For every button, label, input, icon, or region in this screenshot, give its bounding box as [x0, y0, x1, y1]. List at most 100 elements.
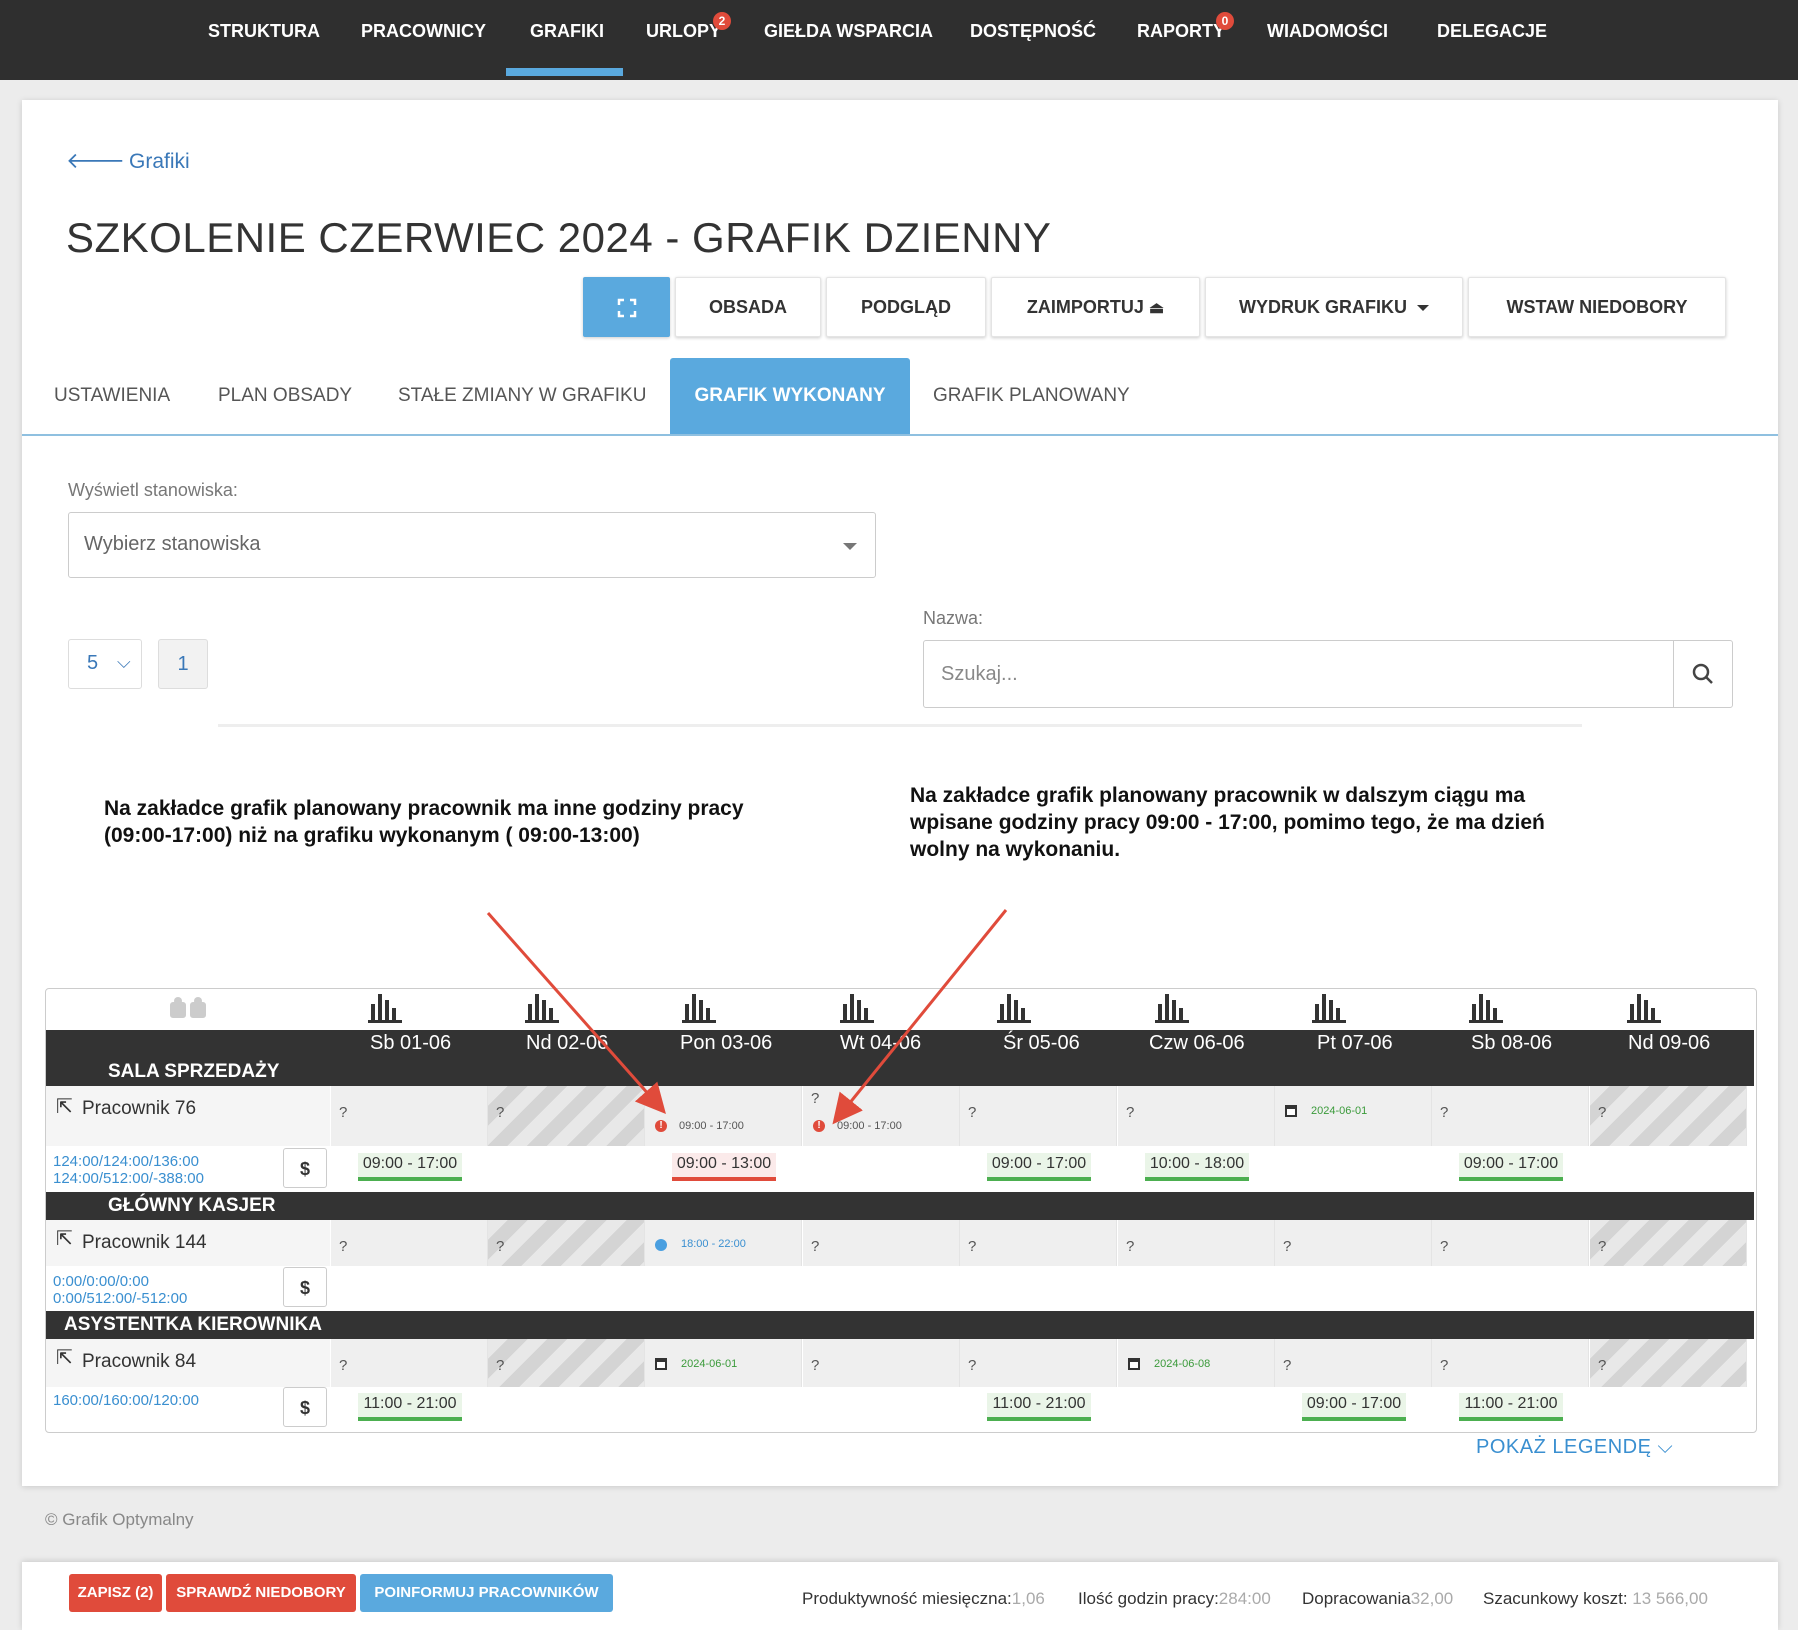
schedule-cell[interactable]: ?	[1432, 1339, 1589, 1387]
employee-stats: 124:00/124:00/136:00 124:00/512:00/-388:0…	[53, 1153, 204, 1187]
schedule-cell[interactable]: ?	[1590, 1086, 1747, 1146]
page-title: SZKOLENIE CZERWIEC 2024 - GRAFIK DZIENNY	[66, 214, 1052, 261]
bar-chart-icon[interactable]	[996, 990, 1032, 1024]
bar-chart-icon[interactable]	[524, 990, 560, 1024]
wstaw-niedobory-button[interactable]: WSTAW NIEDOBORY	[1468, 277, 1726, 337]
bar-chart-icon[interactable]	[839, 990, 875, 1024]
day-off-date: 2024-06-01	[681, 1358, 738, 1370]
schedule-cell[interactable]: ?	[488, 1339, 645, 1387]
schedule-cell[interactable]: ?	[1590, 1220, 1747, 1266]
nav-urlopy[interactable]: URLOPY	[646, 0, 721, 80]
shift-block[interactable]: 10:00 - 18:00	[1145, 1153, 1249, 1181]
search-icon	[1692, 663, 1713, 684]
planned-hours: 18:00 - 22:00	[681, 1238, 746, 1250]
section-name: SALA SPRZEDAŻY	[108, 1061, 280, 1082]
tab-grafik-wykonany[interactable]: GRAFIK WYKONANY	[670, 358, 910, 434]
external-link-icon[interactable]: ⇱	[56, 1345, 73, 1370]
external-link-icon[interactable]: ⇱	[56, 1226, 73, 1251]
zaimportuj-button[interactable]: ZAIMPORTUJ ⏏	[991, 277, 1200, 337]
stats-line: 124:00/512:00/-388:00	[53, 1170, 204, 1187]
filter-label: Wyświetl stanowiska:	[68, 480, 238, 500]
schedule-cell[interactable]: ?	[1118, 1220, 1275, 1266]
schedule-cell[interactable]: 18:00 - 22:00	[645, 1220, 802, 1266]
schedule-cell[interactable]: ?	[331, 1086, 488, 1146]
schedule-cell[interactable]: 2024-06-01	[1275, 1086, 1432, 1146]
shift-block[interactable]: 09:00 - 17:00	[987, 1153, 1091, 1181]
error-icon: !	[813, 1120, 825, 1132]
page-size-select[interactable]: 5 ⌵	[68, 639, 142, 689]
bar-chart-icon[interactable]	[1311, 990, 1347, 1024]
schedule-cell[interactable]: ?	[803, 1339, 960, 1387]
schedule-cell[interactable]: ?	[1590, 1339, 1747, 1387]
shift-block[interactable]: 11:00 - 21:00	[987, 1393, 1091, 1421]
schedule-cell[interactable]: ?	[488, 1220, 645, 1266]
wydruk-grafiku-button[interactable]: WYDRUK GRAFIKU	[1205, 277, 1463, 337]
schedule-cell[interactable]: ?	[1432, 1086, 1589, 1146]
tab-ustawienia[interactable]: USTAWIENIA	[54, 358, 170, 434]
search-field[interactable]: Szukaj...	[923, 640, 1733, 708]
nav-raporty[interactable]: RAPORTY	[1137, 0, 1225, 80]
shift-block[interactable]: 09:00 - 17:00	[358, 1153, 462, 1181]
schedule-cell[interactable]: 2024-06-08	[1118, 1339, 1275, 1387]
bar-chart-icon[interactable]	[681, 990, 717, 1024]
nav-delegacje[interactable]: DELEGACJE	[1437, 0, 1547, 80]
cost-button[interactable]: $	[283, 1387, 327, 1427]
page-button[interactable]: 1	[158, 639, 208, 689]
schedule-cell[interactable]: ?	[1118, 1086, 1275, 1146]
employee-cell[interactable]: ⇱ Pracownik 84	[46, 1339, 330, 1387]
external-link-icon[interactable]: ⇱	[56, 1094, 73, 1119]
shift-block[interactable]: 09:00 - 13:00	[672, 1153, 776, 1181]
schedule-cell[interactable]: ?! 09:00 - 17:00	[803, 1086, 960, 1146]
schedule-cell[interactable]: ?	[1275, 1339, 1432, 1387]
cost-button[interactable]: $	[283, 1267, 327, 1307]
schedule-cell[interactable]: ?	[960, 1220, 1117, 1266]
employee-cell[interactable]: ⇱ Pracownik 144	[46, 1220, 330, 1266]
fullscreen-button[interactable]	[583, 277, 670, 337]
bar-chart-icon[interactable]	[367, 990, 403, 1024]
bar-chart-icon[interactable]	[1468, 990, 1504, 1024]
zapisz-button[interactable]: ZAPISZ (2)	[69, 1574, 162, 1612]
schedule-cell[interactable]: ?	[331, 1339, 488, 1387]
sprawdz-niedobory-button[interactable]: SPRAWDŹ NIEDOBORY	[166, 1574, 356, 1612]
unknown-mark: ?	[1440, 1238, 1449, 1255]
stat-label: Ilość godzin pracy:	[1078, 1589, 1219, 1608]
nav-gielda-wsparcia[interactable]: GIEŁDA WSPARCIA	[764, 0, 933, 80]
shift-block[interactable]: 11:00 - 21:00	[1459, 1393, 1563, 1421]
podglad-button[interactable]: PODGLĄD	[826, 277, 986, 337]
nav-wiadomosci[interactable]: WIADOMOŚCI	[1267, 0, 1388, 80]
stat-label: Dopracowania	[1302, 1589, 1411, 1608]
nav-struktura[interactable]: STRUKTURA	[208, 0, 320, 80]
bar-chart-icon[interactable]	[1154, 990, 1190, 1024]
schedule-cell[interactable]: ?	[331, 1220, 488, 1266]
schedule-cell[interactable]: ?	[960, 1339, 1117, 1387]
section-header: SALA SPRZEDAŻY	[46, 1058, 1754, 1086]
tab-plan-obsady[interactable]: PLAN OBSADY	[218, 358, 352, 434]
tab-stale-zmiany[interactable]: STAŁE ZMIANY W GRAFIKU	[398, 358, 646, 434]
shift-block[interactable]: 09:00 - 17:00	[1302, 1393, 1406, 1421]
obsada-button[interactable]: OBSADA	[675, 277, 821, 337]
shift-block[interactable]: 11:00 - 21:00	[358, 1393, 462, 1421]
schedule-cell[interactable]: ?	[488, 1086, 645, 1146]
bar-chart-icon[interactable]	[1626, 990, 1662, 1024]
schedule-cell[interactable]: 2024-06-01	[645, 1339, 802, 1387]
schedule-cell[interactable]: ?	[1432, 1220, 1589, 1266]
search-button[interactable]	[1673, 641, 1732, 707]
tab-grafik-planowany[interactable]: GRAFIK PLANOWANY	[933, 358, 1130, 434]
stanowiska-select[interactable]: Wybierz stanowiska	[68, 512, 876, 578]
unknown-mark: ?	[496, 1104, 505, 1121]
employee-cell[interactable]: ⇱ Pracownik 76	[46, 1086, 330, 1146]
back-link[interactable]: 🡐 Grafiki	[66, 148, 190, 174]
shift-block[interactable]: 09:00 - 17:00	[1459, 1153, 1563, 1181]
cost-button[interactable]: $	[283, 1148, 327, 1188]
nav-pracownicy[interactable]: PRACOWNICY	[361, 0, 486, 80]
show-legend-link[interactable]: POKAŻ LEGENDĘ ⌵	[1476, 1436, 1673, 1459]
employee-name: Pracownik 84	[82, 1351, 197, 1372]
schedule-cell[interactable]: ?	[1275, 1220, 1432, 1266]
schedule-cell[interactable]: ?	[960, 1086, 1117, 1146]
schedule-cell[interactable]: ! 09:00 - 17:00	[645, 1086, 802, 1146]
back-label: Grafiki	[129, 150, 190, 173]
day-header: Wt 04-06	[840, 1032, 922, 1054]
poinformuj-pracownikow-button[interactable]: POINFORMUJ PRACOWNIKÓW	[360, 1574, 613, 1612]
schedule-cell[interactable]: ?	[803, 1220, 960, 1266]
nav-dostepnosc[interactable]: DOSTĘPNOŚĆ	[970, 0, 1096, 80]
